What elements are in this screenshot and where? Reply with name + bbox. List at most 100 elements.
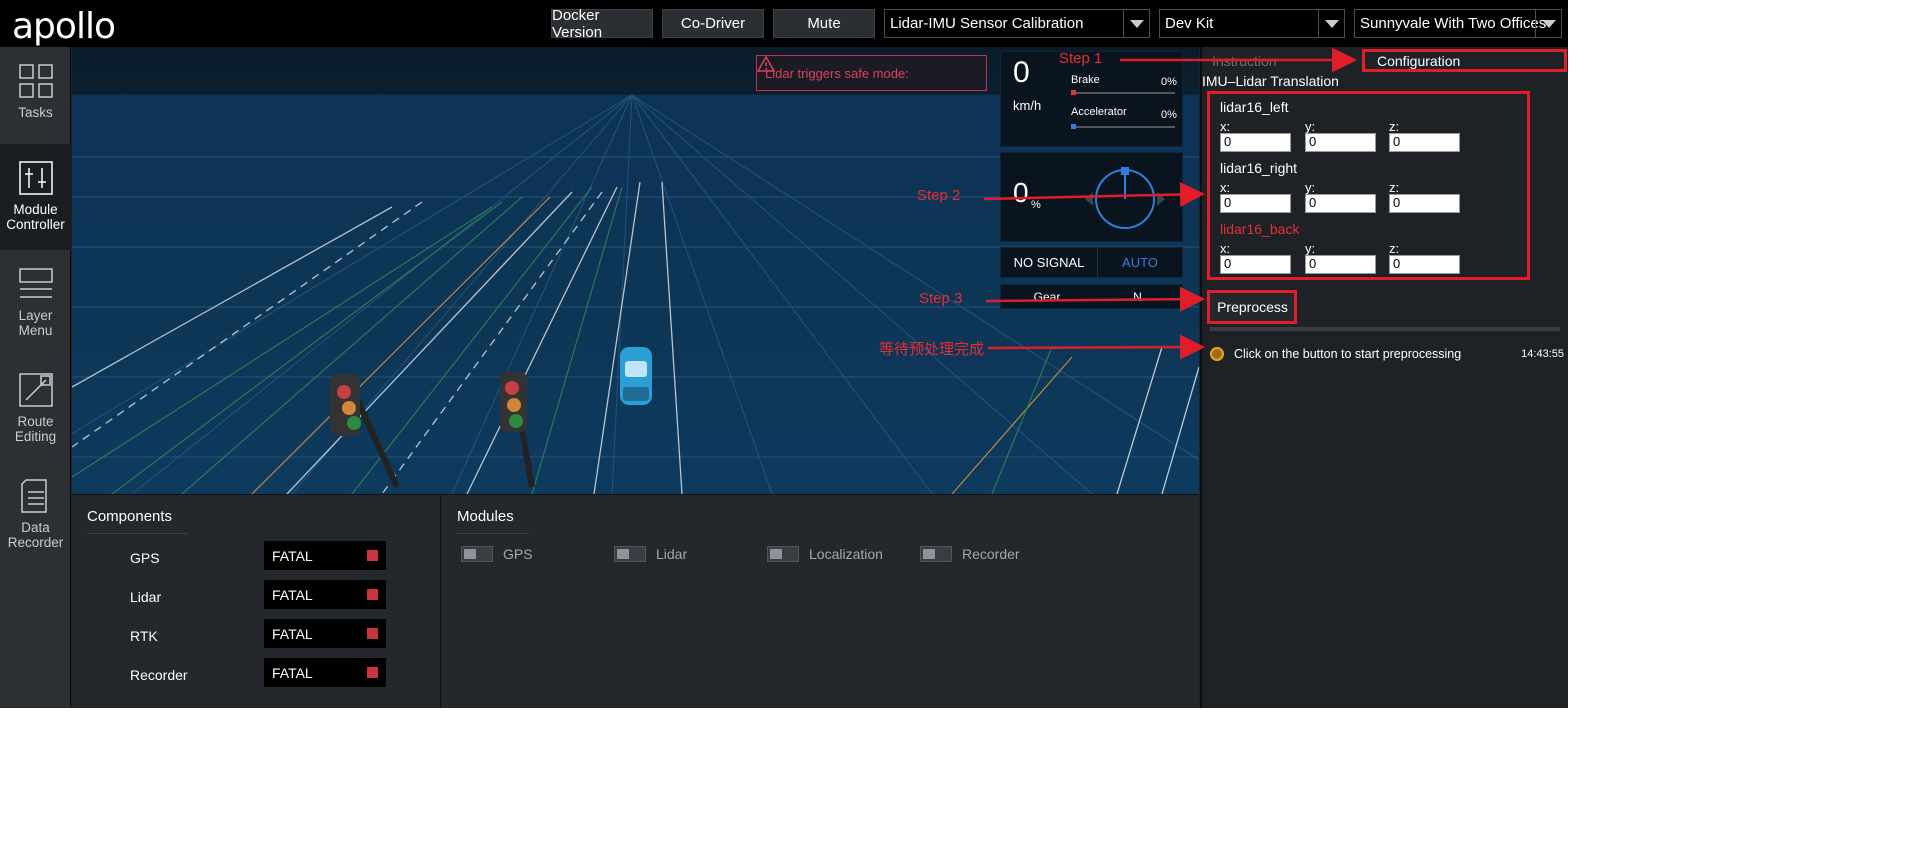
- mode-select[interactable]: Lidar-IMU Sensor Calibration: [884, 9, 1150, 38]
- sidebar-item-label: Tasks: [18, 105, 53, 120]
- module-toggle-recorder[interactable]: Recorder: [920, 546, 1020, 562]
- brake-value: 0%: [1161, 76, 1177, 88]
- chevron-down-icon[interactable]: [1318, 10, 1344, 37]
- accelerator-value: 0%: [1161, 109, 1177, 121]
- gear-panel: Gear N: [1000, 284, 1183, 309]
- log-message: Click on the button to start preprocessi…: [1234, 347, 1462, 361]
- toggle-switch[interactable]: [461, 546, 493, 562]
- gear-value: N: [1133, 289, 1142, 304]
- brake-label: Brake: [1071, 74, 1100, 86]
- component-name: Lidar: [130, 589, 162, 605]
- gear-label: Gear: [1033, 289, 1061, 304]
- sidebar-item-module-controller[interactable]: Module Controller: [0, 144, 71, 250]
- module-label: Localization: [809, 546, 883, 562]
- layers-icon: [18, 268, 53, 298]
- accelerator-label: Accelerator: [1071, 106, 1127, 118]
- page-margin-bottom: [0, 708, 1916, 865]
- module-label: Lidar: [656, 546, 688, 562]
- section-title: IMU–Lidar Translation: [1202, 73, 1339, 89]
- toggle-switch[interactable]: [920, 546, 952, 562]
- signal-status: NO SIGNAL: [1013, 255, 1085, 270]
- sidebar-item-data-recorder[interactable]: Data Recorder: [0, 462, 71, 568]
- component-status: FATAL: [264, 580, 386, 609]
- steering-panel: 0 %: [1000, 152, 1183, 242]
- sidebar-item-label: Module Controller: [6, 202, 65, 232]
- module-toggle-gps[interactable]: GPS: [461, 546, 533, 562]
- co-driver-button[interactable]: Co-Driver: [662, 9, 764, 38]
- sidebar-item-layer-menu[interactable]: Layer Menu: [0, 250, 71, 356]
- preprocess-progress-bar: [1210, 327, 1560, 331]
- components-panel: Components GPS FATAL Lidar FATAL RTK FAT…: [72, 494, 441, 708]
- safe-mode-alert: Lidar triggers safe mode:: [756, 55, 987, 91]
- drive-mode: AUTO: [1097, 248, 1182, 277]
- tab-instruction[interactable]: Instruction: [1212, 53, 1277, 69]
- components-title: Components: [87, 508, 187, 534]
- mute-button[interactable]: Mute: [773, 9, 875, 38]
- step1-label: Step 1: [1059, 50, 1103, 67]
- speed-unit: km/h: [1013, 98, 1042, 113]
- status-indicator: [367, 550, 378, 561]
- status-text: FATAL: [272, 586, 313, 603]
- grid-icon: [18, 64, 53, 98]
- speed-value: 0: [1013, 56, 1030, 89]
- accelerator-bar: [1071, 126, 1175, 128]
- route-icon: [18, 373, 53, 407]
- pending-icon: [1210, 347, 1224, 361]
- toggle-switch[interactable]: [767, 546, 799, 562]
- docker-version-button[interactable]: Docker Version: [551, 7, 653, 41]
- warning-icon: [757, 56, 775, 72]
- traffic-light-icon: [500, 371, 535, 488]
- top-bar: apollo Docker Version Co-Driver Mute Lid…: [0, 0, 1568, 47]
- sidebar: Tasks Module Controller Layer Menu Route…: [0, 47, 71, 708]
- accelerator-marker: [1071, 124, 1076, 129]
- module-label: Recorder: [962, 546, 1020, 562]
- alert-text: Lidar triggers safe mode:: [765, 65, 909, 81]
- vehicle-select-value: Dev Kit: [1165, 15, 1214, 32]
- sidebar-item-label: Data Recorder: [7, 520, 64, 550]
- status-indicator: [367, 667, 378, 678]
- step1-highlight-box: [1362, 49, 1567, 72]
- component-status: FATAL: [264, 541, 386, 570]
- toggle-switch[interactable]: [614, 546, 646, 562]
- component-name: GPS: [130, 550, 160, 566]
- module-toggle-lidar[interactable]: Lidar: [614, 546, 687, 562]
- wait-label: 等待预处理完成: [879, 341, 985, 358]
- status-text: FATAL: [272, 625, 313, 642]
- status-indicator: [367, 589, 378, 600]
- status-text: FATAL: [272, 547, 313, 564]
- module-toggle-localization[interactable]: Localization: [767, 546, 883, 562]
- sliders-icon: [18, 161, 53, 195]
- status-text: FATAL: [272, 664, 313, 681]
- steering-unit: %: [1031, 199, 1041, 211]
- chevron-down-icon[interactable]: [1123, 10, 1149, 37]
- scene-view[interactable]: Lidar triggers safe mode: 0 km/h Brake 0…: [72, 47, 1199, 494]
- recorder-icon: [20, 479, 47, 513]
- sidebar-item-tasks[interactable]: Tasks: [0, 47, 71, 153]
- modules-title: Modules: [457, 508, 529, 534]
- car-icon: [620, 347, 652, 405]
- sidebar-item-label: Route Editing: [14, 414, 57, 444]
- apollo-logo: apollo: [12, 6, 116, 47]
- mode-select-value: Lidar-IMU Sensor Calibration: [890, 15, 1084, 32]
- steering-wheel-icon: [1085, 167, 1165, 229]
- module-label: GPS: [503, 546, 533, 562]
- brake-bar: [1071, 92, 1175, 94]
- vehicle-select[interactable]: Dev Kit: [1159, 9, 1345, 38]
- chevron-down-icon[interactable]: [1535, 10, 1561, 37]
- step3-highlight-box: [1207, 290, 1297, 324]
- step2-highlight-box: [1207, 91, 1530, 280]
- signal-panel: NO SIGNAL AUTO: [1000, 247, 1183, 278]
- step3-label: Step 3: [919, 290, 963, 307]
- sidebar-item-route-editing[interactable]: Route Editing: [0, 356, 71, 462]
- component-name: RTK: [130, 628, 158, 644]
- step2-label: Step 2: [917, 187, 961, 204]
- component-status: FATAL: [264, 658, 386, 687]
- map-select-value: Sunnyvale With Two Offices: [1360, 15, 1547, 32]
- component-status: FATAL: [264, 619, 386, 648]
- brake-marker: [1071, 90, 1076, 95]
- status-indicator: [367, 628, 378, 639]
- steering-value: 0: [1013, 177, 1029, 208]
- component-name: Recorder: [130, 667, 188, 683]
- map-select[interactable]: Sunnyvale With Two Offices: [1354, 9, 1562, 38]
- log-entry: Click on the button to start preprocessi…: [1210, 343, 1564, 365]
